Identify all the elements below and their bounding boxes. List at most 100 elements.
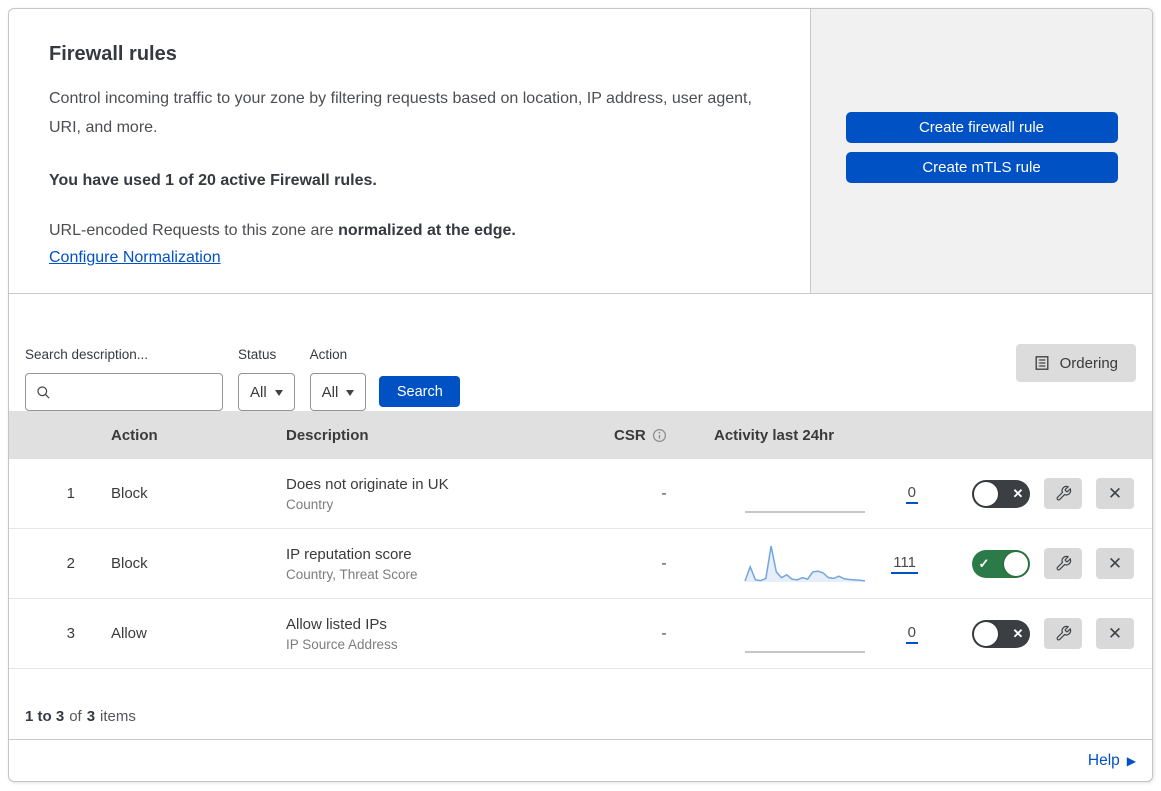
toggle-state-icon: ✕ [1012,625,1024,641]
pagination-items: items [100,708,136,725]
ordering-button[interactable]: Ordering [1015,344,1136,382]
rule-priority: 2 [66,555,75,572]
pagination-of: of [69,708,82,725]
normalization-bold: normalized at the edge. [338,222,516,239]
rule-controls: ✓ ✕ [944,548,1152,579]
activity-sparkline [745,650,865,653]
panel-description: Control incoming traffic to your zone by… [49,90,752,136]
action-select[interactable]: All [309,373,367,411]
edit-rule-button[interactable] [1044,478,1082,509]
configure-normalization-link[interactable]: Configure Normalization [49,249,221,266]
rule-description-cell: Allow listed IPs IP Source Address [274,616,614,652]
toggle-state-icon: ✕ [1012,485,1024,501]
rule-action: Allow [111,625,147,642]
toggle-state-icon: ✓ [978,555,990,571]
column-activity: Activity last 24hr [714,426,835,444]
normalization-text: URL-encoded Requests to this zone are [49,222,334,239]
rule-match-fields: IP Source Address [286,636,398,652]
search-icon [37,385,50,399]
wrench-icon [1056,555,1071,571]
pagination-summary: 1 to 3 of 3 items [9,669,1152,739]
toggle-knob [974,621,998,646]
delete-rule-button[interactable]: ✕ [1096,478,1134,509]
column-csr-label: CSR [614,426,646,444]
firewall-rules-panel: Firewall rules Control incoming traffic … [8,8,1153,782]
ordering-button-label: Ordering [1059,354,1118,372]
chevron-down-icon [346,390,355,396]
rule-controls: ✕ ✕ [944,618,1152,649]
search-button[interactable]: Search [379,376,461,407]
delete-rule-button[interactable]: ✕ [1096,548,1134,579]
edit-rule-button[interactable] [1044,618,1082,649]
rule-description: IP reputation score [286,545,412,563]
page-title: Firewall rules [49,43,177,65]
activity-count-link[interactable]: 111 [891,554,918,574]
search-input[interactable] [59,382,212,402]
activity-sparkline [744,545,866,582]
table-row: 1 Block Does not originate in UK Country… [9,459,1152,529]
create-firewall-rule-button[interactable]: Create firewall rule [845,112,1118,143]
table-row: 3 Allow Allow listed IPs IP Source Addre… [9,599,1152,669]
toggle-knob [1004,551,1028,576]
panel-header-text: Firewall rules Control incoming traffic … [9,9,810,293]
rule-enabled-toggle[interactable]: ✕ [972,479,1030,508]
usage-note: You have used 1 of 20 active Firewall ru… [49,172,377,189]
rule-match-fields: Country, Threat Score [286,566,418,582]
ordering-list-icon [1035,356,1049,370]
search-filter-group: Search description... [25,347,223,411]
toggle-knob [974,481,998,506]
actions-panel: Create firewall rule Create mTLS rule [810,9,1152,293]
activity-count-link[interactable]: 0 [905,624,918,644]
close-icon: ✕ [1107,484,1123,503]
rule-description-cell: IP reputation score Country, Threat Scor… [274,546,614,582]
rule-description-cell: Does not originate in UK Country [274,476,614,512]
rule-action: Block [111,555,148,572]
delete-rule-button[interactable]: ✕ [1096,618,1134,649]
filters-bar: Search description... Status All Action … [9,294,1152,411]
action-select-value: All [321,383,339,401]
close-icon: ✕ [1107,624,1123,643]
column-action: Action [111,426,158,444]
rule-match-fields: Country [286,496,334,512]
help-arrow-icon: ▶ [1126,754,1136,768]
status-label: Status [238,347,277,362]
pagination-total: 3 [86,708,96,725]
action-label: Action [309,347,348,362]
normalization-note: URL-encoded Requests to this zone are no… [49,222,770,240]
pagination-range: 1 to 3 [25,708,65,725]
search-label: Search description... [25,347,149,362]
rule-description: Allow listed IPs [286,615,387,633]
status-select-value: All [250,383,267,401]
rule-controls: ✕ ✕ [944,478,1152,509]
chevron-down-icon [274,390,283,396]
column-description: Description [286,426,369,444]
wrench-icon [1056,625,1071,641]
rule-description: Does not originate in UK [286,475,449,493]
info-icon[interactable] [652,428,667,443]
help-bar: Help ▶ [9,739,1152,781]
rule-activity-cell: 0 [714,612,944,656]
rule-priority: 3 [66,625,75,642]
rule-csr: - [661,555,667,572]
table-row: 2 Block IP reputation score Country, Thr… [9,529,1152,599]
action-filter-group: Action All [309,347,367,411]
status-filter-group: Status All [238,347,295,411]
help-link[interactable]: Help ▶ [1088,752,1136,770]
panel-header: Firewall rules Control incoming traffic … [9,9,1152,294]
activity-count-link[interactable]: 0 [905,484,918,504]
help-label: Help [1087,751,1120,769]
rule-activity-cell: 111 [714,542,944,586]
rule-csr: - [661,625,667,642]
create-mtls-rule-button[interactable]: Create mTLS rule [845,152,1118,183]
close-icon: ✕ [1107,554,1123,573]
rule-csr: - [661,485,667,502]
rule-activity-cell: 0 [714,472,944,516]
rule-enabled-toggle[interactable]: ✕ [972,619,1030,648]
rule-enabled-toggle[interactable]: ✓ [972,549,1030,578]
table-header: Action Description CSR Activity last 24h… [9,411,1152,459]
status-select[interactable]: All [238,373,295,411]
search-field[interactable] [25,373,223,411]
rule-action: Block [111,485,148,502]
edit-rule-button[interactable] [1044,548,1082,579]
rule-priority: 1 [66,485,75,502]
